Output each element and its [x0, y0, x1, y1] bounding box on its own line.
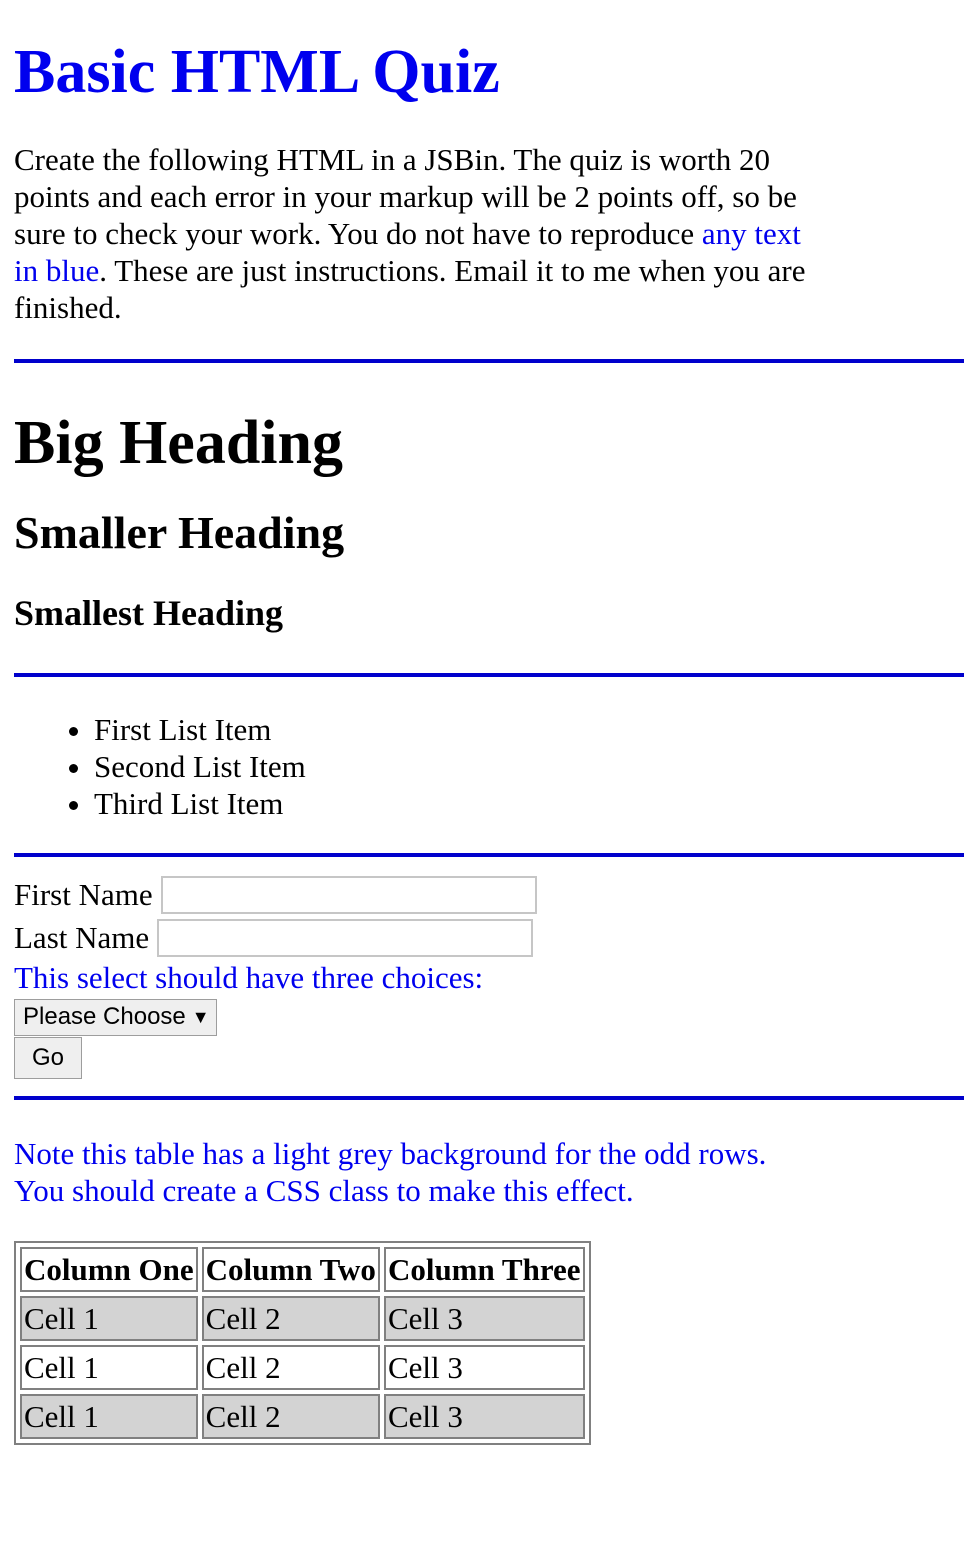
intro-paragraph: Create the following HTML in a JSBin. Th…: [14, 141, 814, 326]
table-note-line-2: You should create a CSS class to make th…: [14, 1172, 634, 1208]
table-cell: Cell 2: [201, 1295, 380, 1341]
table-header-row: Column One Column Two Column Three: [20, 1246, 585, 1292]
table-row: Cell 1 Cell 2 Cell 3: [20, 1344, 585, 1390]
table-cell: Cell 1: [20, 1295, 198, 1341]
table-cell: Cell 3: [383, 1393, 585, 1439]
first-name-row: First Name: [14, 873, 964, 916]
name-form: First Name Last Name This select should …: [14, 873, 964, 1079]
last-name-label: Last Name: [14, 919, 150, 955]
divider: [14, 359, 964, 363]
select-value: Please Choose: [23, 1003, 186, 1030]
smallest-heading: Smallest Heading: [14, 593, 284, 633]
table-cell: Cell 3: [383, 1344, 585, 1390]
column-header: Column Three: [383, 1246, 585, 1292]
list-item: Third List Item: [94, 785, 964, 822]
list-item: Second List Item: [94, 748, 964, 785]
column-header: Column Two: [201, 1246, 380, 1292]
big-heading: Big Heading: [14, 409, 344, 477]
data-table: Column One Column Two Column Three Cell …: [14, 1240, 591, 1445]
table-cell: Cell 1: [20, 1393, 198, 1439]
table-cell: Cell 1: [20, 1344, 198, 1390]
first-name-input[interactable]: [160, 875, 537, 914]
choice-select[interactable]: Please Choose ▼: [14, 998, 217, 1036]
table-note-line-1: Note this table has a light grey backgro…: [14, 1135, 767, 1171]
page-title: Basic HTML Quiz: [14, 38, 500, 106]
divider: [14, 853, 964, 857]
bullet-list: First List Item Second List Item Third L…: [14, 711, 964, 822]
last-name-row: Last Name: [14, 916, 964, 959]
column-header: Column One: [20, 1246, 198, 1292]
last-name-input[interactable]: [157, 918, 534, 957]
table-cell: Cell 2: [201, 1393, 380, 1439]
go-button[interactable]: Go: [14, 1036, 82, 1079]
table-row: Cell 1 Cell 2 Cell 3: [20, 1295, 585, 1341]
chevron-down-icon: ▼: [191, 1006, 210, 1027]
table-row: Cell 1 Cell 2 Cell 3: [20, 1393, 585, 1439]
intro-text-after: . These are just instructions. Email it …: [14, 253, 806, 325]
divider: [14, 1095, 964, 1100]
first-name-label: First Name: [14, 876, 153, 912]
intro-text-before: Create the following HTML in a JSBin. Th…: [14, 142, 797, 251]
smaller-heading: Smaller Heading: [14, 507, 345, 558]
select-instruction: This select should have three choices:: [14, 960, 484, 995]
table-instruction: Note this table has a light grey backgro…: [14, 1135, 964, 1209]
table-cell: Cell 2: [201, 1344, 380, 1390]
divider: [14, 673, 964, 677]
page: Basic HTML Quiz Create the following HTM…: [0, 0, 964, 1445]
table-cell: Cell 3: [383, 1295, 585, 1341]
list-item: First List Item: [94, 711, 964, 748]
